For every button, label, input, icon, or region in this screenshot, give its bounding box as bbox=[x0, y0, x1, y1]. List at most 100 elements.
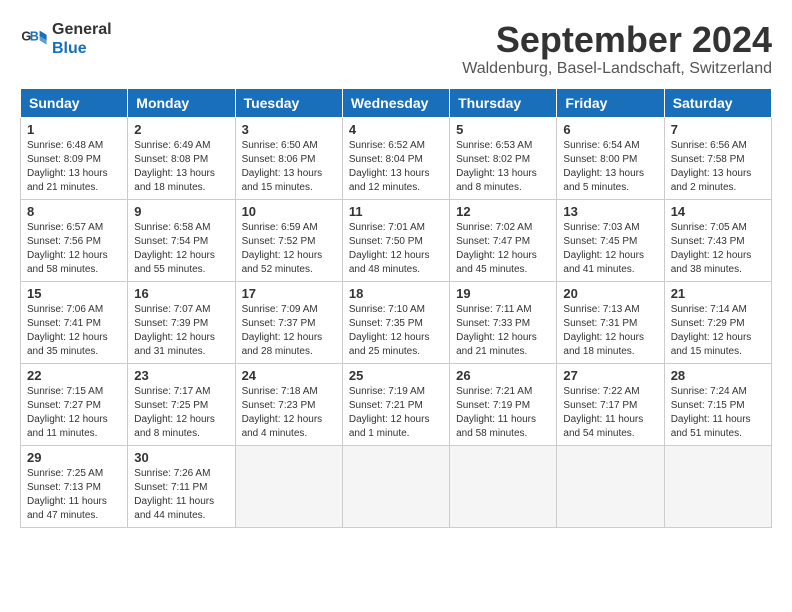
calendar-week-row: 8 Sunrise: 6:57 AM Sunset: 7:56 PM Daylig… bbox=[21, 199, 772, 281]
day-number: 21 bbox=[671, 286, 765, 301]
day-info: Sunrise: 7:11 AM Sunset: 7:33 PM Dayligh… bbox=[456, 303, 550, 359]
calendar-cell: 3 Sunrise: 6:50 AM Sunset: 8:06 PM Daylig… bbox=[235, 117, 342, 199]
calendar-cell: 25 Sunrise: 7:19 AM Sunset: 7:21 PM Dayli… bbox=[342, 363, 449, 445]
day-number: 10 bbox=[242, 204, 336, 219]
day-number: 6 bbox=[563, 122, 657, 137]
header-monday: Monday bbox=[128, 88, 235, 117]
calendar-cell: 13 Sunrise: 7:03 AM Sunset: 7:45 PM Dayli… bbox=[557, 199, 664, 281]
calendar-cell: 17Sunrise: 7:09 AM Sunset: 7:37 PM Dayli… bbox=[235, 281, 342, 363]
calendar-cell: 2 Sunrise: 6:49 AM Sunset: 8:08 PM Daylig… bbox=[128, 117, 235, 199]
day-info: Sunrise: 6:53 AM Sunset: 8:02 PM Dayligh… bbox=[456, 139, 550, 195]
calendar-title: September 2024 bbox=[462, 20, 772, 60]
day-info: Sunrise: 6:49 AM Sunset: 8:08 PM Dayligh… bbox=[134, 139, 228, 195]
day-number: 23 bbox=[134, 368, 228, 383]
header-wednesday: Wednesday bbox=[342, 88, 449, 117]
day-number: 24 bbox=[242, 368, 336, 383]
day-info: Sunrise: 7:24 AM Sunset: 7:15 PM Dayligh… bbox=[671, 385, 765, 441]
calendar-cell: 24 Sunrise: 7:18 AM Sunset: 7:23 PM Dayli… bbox=[235, 363, 342, 445]
page-header: G B General Blue September 2024 Waldenbu… bbox=[20, 20, 772, 78]
calendar-table: SundayMondayTuesdayWednesdayThursdayFrid… bbox=[20, 88, 772, 528]
calendar-cell: 23 Sunrise: 7:17 AM Sunset: 7:25 PM Dayli… bbox=[128, 363, 235, 445]
day-number: 3 bbox=[242, 122, 336, 137]
day-info: Sunrise: 6:58 AM Sunset: 7:54 PM Dayligh… bbox=[134, 221, 228, 277]
header-thursday: Thursday bbox=[450, 88, 557, 117]
header-friday: Friday bbox=[557, 88, 664, 117]
day-number: 4 bbox=[349, 122, 443, 137]
day-number: 22 bbox=[27, 368, 121, 383]
calendar-cell: 19 Sunrise: 7:11 AM Sunset: 7:33 PM Dayli… bbox=[450, 281, 557, 363]
day-number: 18 bbox=[349, 286, 443, 301]
calendar-header-row: SundayMondayTuesdayWednesdayThursdayFrid… bbox=[21, 88, 772, 117]
day-number: 19 bbox=[456, 286, 550, 301]
calendar-cell: 8 Sunrise: 6:57 AM Sunset: 7:56 PM Daylig… bbox=[21, 199, 128, 281]
calendar-cell bbox=[664, 445, 771, 527]
day-number: 11 bbox=[349, 204, 443, 219]
calendar-cell: 29 Sunrise: 7:25 AM Sunset: 7:13 PM Dayli… bbox=[21, 445, 128, 527]
day-info: Sunrise: 7:19 AM Sunset: 7:21 PM Dayligh… bbox=[349, 385, 443, 441]
calendar-cell: 15Sunrise: 7:06 AM Sunset: 7:41 PM Dayli… bbox=[21, 281, 128, 363]
day-number: 25 bbox=[349, 368, 443, 383]
calendar-cell: 16Sunrise: 7:07 AM Sunset: 7:39 PM Dayli… bbox=[128, 281, 235, 363]
day-number: 12 bbox=[456, 204, 550, 219]
day-number: 7 bbox=[671, 122, 765, 137]
calendar-week-row: 1Sunrise: 6:48 AM Sunset: 8:09 PM Daylig… bbox=[21, 117, 772, 199]
header-sunday: Sunday bbox=[21, 88, 128, 117]
svg-text:B: B bbox=[30, 30, 39, 44]
calendar-cell: 10 Sunrise: 6:59 AM Sunset: 7:52 PM Dayli… bbox=[235, 199, 342, 281]
calendar-cell: 21 Sunrise: 7:14 AM Sunset: 7:29 PM Dayli… bbox=[664, 281, 771, 363]
calendar-cell: 1Sunrise: 6:48 AM Sunset: 8:09 PM Daylig… bbox=[21, 117, 128, 199]
logo: G B General Blue bbox=[20, 20, 112, 58]
calendar-cell: 4Sunrise: 6:52 AM Sunset: 8:04 PM Daylig… bbox=[342, 117, 449, 199]
calendar-cell: 9Sunrise: 6:58 AM Sunset: 7:54 PM Daylig… bbox=[128, 199, 235, 281]
calendar-cell: 14Sunrise: 7:05 AM Sunset: 7:43 PM Dayli… bbox=[664, 199, 771, 281]
calendar-cell: 6 Sunrise: 6:54 AM Sunset: 8:00 PM Daylig… bbox=[557, 117, 664, 199]
day-info: Sunrise: 7:25 AM Sunset: 7:13 PM Dayligh… bbox=[27, 467, 121, 523]
calendar-cell: 18Sunrise: 7:10 AM Sunset: 7:35 PM Dayli… bbox=[342, 281, 449, 363]
day-info: Sunrise: 7:05 AM Sunset: 7:43 PM Dayligh… bbox=[671, 221, 765, 277]
day-number: 20 bbox=[563, 286, 657, 301]
day-number: 2 bbox=[134, 122, 228, 137]
calendar-subtitle: Waldenburg, Basel-Landschaft, Switzerlan… bbox=[462, 60, 772, 78]
calendar-week-row: 29 Sunrise: 7:25 AM Sunset: 7:13 PM Dayli… bbox=[21, 445, 772, 527]
calendar-week-row: 15Sunrise: 7:06 AM Sunset: 7:41 PM Dayli… bbox=[21, 281, 772, 363]
calendar-cell: 5Sunrise: 6:53 AM Sunset: 8:02 PM Daylig… bbox=[450, 117, 557, 199]
day-info: Sunrise: 6:50 AM Sunset: 8:06 PM Dayligh… bbox=[242, 139, 336, 195]
day-number: 27 bbox=[563, 368, 657, 383]
day-number: 13 bbox=[563, 204, 657, 219]
calendar-cell: 20 Sunrise: 7:13 AM Sunset: 7:31 PM Dayli… bbox=[557, 281, 664, 363]
day-info: Sunrise: 7:18 AM Sunset: 7:23 PM Dayligh… bbox=[242, 385, 336, 441]
calendar-cell bbox=[557, 445, 664, 527]
calendar-cell: 28Sunrise: 7:24 AM Sunset: 7:15 PM Dayli… bbox=[664, 363, 771, 445]
calendar-cell bbox=[450, 445, 557, 527]
header-saturday: Saturday bbox=[664, 88, 771, 117]
day-number: 29 bbox=[27, 450, 121, 465]
day-info: Sunrise: 7:06 AM Sunset: 7:41 PM Dayligh… bbox=[27, 303, 121, 359]
day-number: 8 bbox=[27, 204, 121, 219]
day-info: Sunrise: 7:13 AM Sunset: 7:31 PM Dayligh… bbox=[563, 303, 657, 359]
day-info: Sunrise: 6:59 AM Sunset: 7:52 PM Dayligh… bbox=[242, 221, 336, 277]
day-number: 30 bbox=[134, 450, 228, 465]
day-info: Sunrise: 7:21 AM Sunset: 7:19 PM Dayligh… bbox=[456, 385, 550, 441]
day-info: Sunrise: 7:14 AM Sunset: 7:29 PM Dayligh… bbox=[671, 303, 765, 359]
logo-general: General bbox=[52, 20, 112, 39]
calendar-cell: 11Sunrise: 7:01 AM Sunset: 7:50 PM Dayli… bbox=[342, 199, 449, 281]
day-info: Sunrise: 6:57 AM Sunset: 7:56 PM Dayligh… bbox=[27, 221, 121, 277]
logo-icon: G B bbox=[20, 25, 48, 53]
calendar-week-row: 22 Sunrise: 7:15 AM Sunset: 7:27 PM Dayli… bbox=[21, 363, 772, 445]
day-info: Sunrise: 7:09 AM Sunset: 7:37 PM Dayligh… bbox=[242, 303, 336, 359]
day-info: Sunrise: 6:48 AM Sunset: 8:09 PM Dayligh… bbox=[27, 139, 121, 195]
day-info: Sunrise: 7:22 AM Sunset: 7:17 PM Dayligh… bbox=[563, 385, 657, 441]
day-info: Sunrise: 7:15 AM Sunset: 7:27 PM Dayligh… bbox=[27, 385, 121, 441]
calendar-cell: 27 Sunrise: 7:22 AM Sunset: 7:17 PM Dayli… bbox=[557, 363, 664, 445]
day-info: Sunrise: 7:17 AM Sunset: 7:25 PM Dayligh… bbox=[134, 385, 228, 441]
calendar-cell: 30Sunrise: 7:26 AM Sunset: 7:11 PM Dayli… bbox=[128, 445, 235, 527]
day-number: 26 bbox=[456, 368, 550, 383]
logo-blue: Blue bbox=[52, 39, 112, 58]
day-info: Sunrise: 7:03 AM Sunset: 7:45 PM Dayligh… bbox=[563, 221, 657, 277]
header-tuesday: Tuesday bbox=[235, 88, 342, 117]
day-info: Sunrise: 7:02 AM Sunset: 7:47 PM Dayligh… bbox=[456, 221, 550, 277]
calendar-cell: 22 Sunrise: 7:15 AM Sunset: 7:27 PM Dayli… bbox=[21, 363, 128, 445]
day-info: Sunrise: 6:54 AM Sunset: 8:00 PM Dayligh… bbox=[563, 139, 657, 195]
day-info: Sunrise: 7:07 AM Sunset: 7:39 PM Dayligh… bbox=[134, 303, 228, 359]
calendar-cell bbox=[342, 445, 449, 527]
